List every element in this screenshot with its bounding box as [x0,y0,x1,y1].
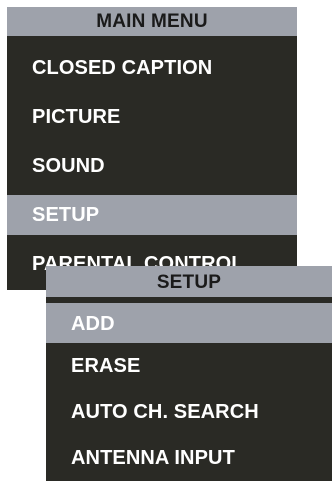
main-menu-item-setup[interactable]: SETUP [7,195,297,235]
setup-submenu-title: SETUP [46,266,332,299]
main-menu-item-closed-caption[interactable]: CLOSED CAPTION [7,44,297,93]
setup-menu-item-antenna-input[interactable]: ANTENNA INPUT [46,435,332,481]
main-menu-item-sound[interactable]: SOUND [7,142,297,191]
setup-menu-item-auto-ch-search[interactable]: AUTO CH. SEARCH [46,389,332,435]
setup-menu-item-erase[interactable]: ERASE [46,343,332,389]
main-menu-item-picture[interactable]: PICTURE [7,93,297,142]
main-menu-title: MAIN MENU [7,7,297,36]
main-menu-list: CLOSED CAPTION PICTURE SOUND SETUP PAREN… [7,36,297,289]
setup-submenu-list: ADD ERASE AUTO CH. SEARCH ANTENNA INPUT [46,299,332,481]
main-menu-panel: MAIN MENU CLOSED CAPTION PICTURE SOUND S… [7,7,297,290]
setup-menu-item-add[interactable]: ADD [46,301,332,343]
setup-submenu-panel: SETUP ADD ERASE AUTO CH. SEARCH ANTENNA … [46,266,332,481]
